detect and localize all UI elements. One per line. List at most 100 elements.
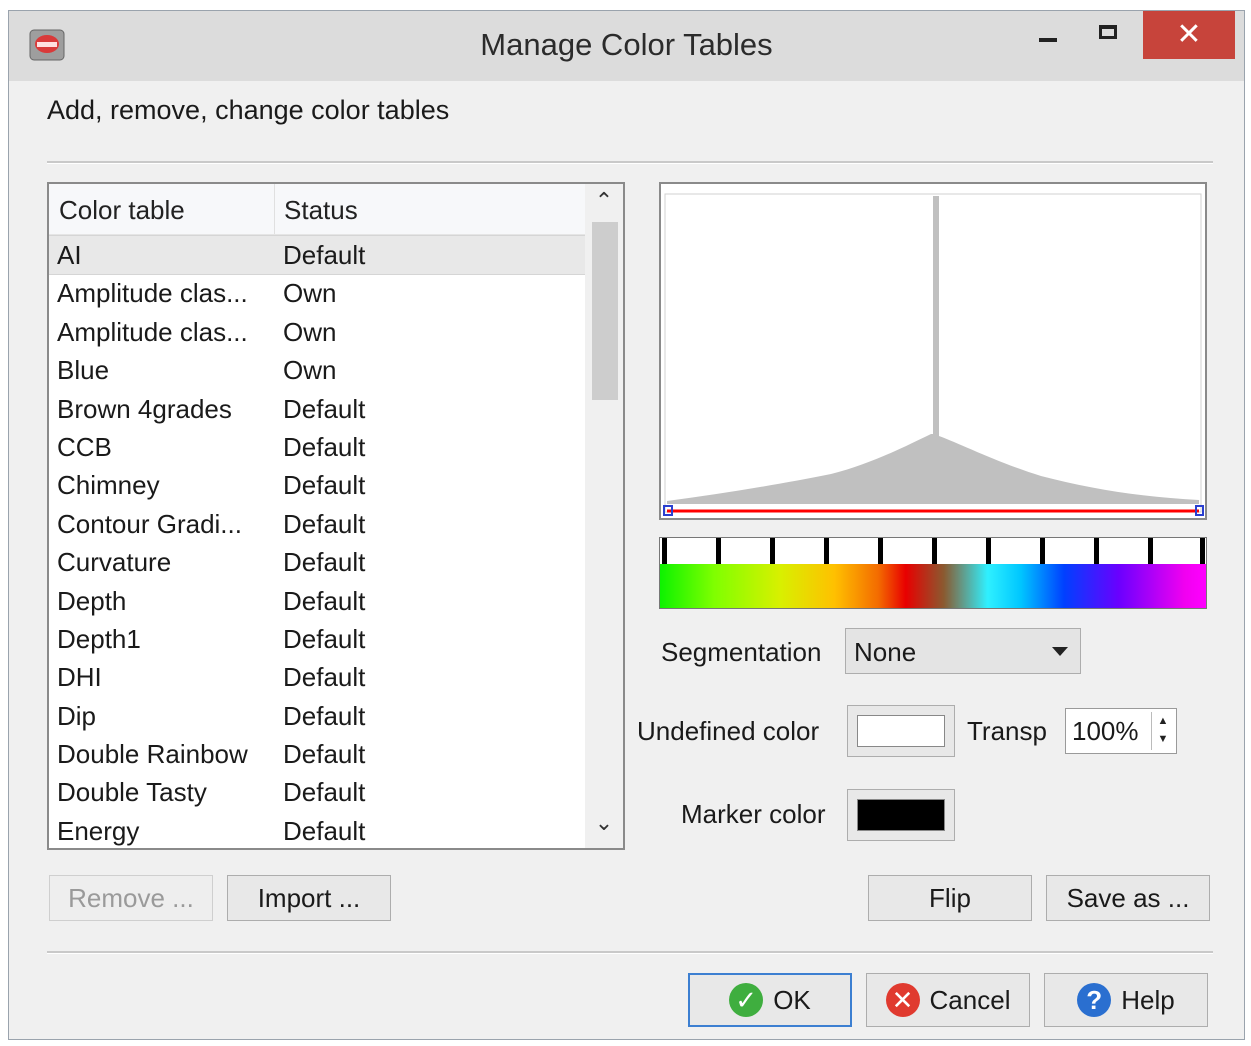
list-item[interactable]: AI Default: [49, 234, 588, 276]
list-item[interactable]: Curvature Default: [49, 543, 587, 581]
segmentation-select[interactable]: None: [845, 628, 1081, 674]
color-table-status: Default: [283, 700, 366, 731]
list-item[interactable]: CCB Default: [49, 428, 587, 466]
color-marker-tick[interactable]: [1094, 538, 1099, 564]
color-marker-tick[interactable]: [932, 538, 937, 564]
color-table-name: Chimney: [57, 470, 160, 501]
list-item[interactable]: Amplitude clas... Own: [49, 274, 587, 312]
color-bar[interactable]: [659, 537, 1207, 609]
color-table-name: Depth1: [57, 623, 141, 654]
title-bar[interactable]: Manage Color Tables ✕: [9, 11, 1244, 81]
list-item[interactable]: Dip Default: [49, 697, 587, 735]
separator-bottom: [47, 951, 1213, 954]
color-marker-tick[interactable]: [1200, 538, 1205, 564]
color-marker-tick[interactable]: [1040, 538, 1045, 564]
color-table-status: Default: [283, 623, 366, 654]
list-item[interactable]: Blue Own: [49, 351, 587, 389]
transparency-label: Transp: [967, 716, 1047, 746]
color-table-name: Amplitude clas...: [57, 278, 248, 309]
chevron-down-icon: [1052, 647, 1068, 656]
color-table-status: Default: [283, 240, 366, 270]
separator-top: [47, 161, 1213, 164]
color-table-status: Default: [283, 815, 366, 846]
spinner-arrows-icon[interactable]: ▲ ▼: [1151, 712, 1174, 750]
transparency-spinner[interactable]: 100% ▲ ▼: [1065, 708, 1177, 754]
list-item[interactable]: Energy Default: [49, 812, 587, 848]
color-table-name: Depth: [57, 585, 127, 616]
color-table-list[interactable]: Color table Status AI Default Amplitude cl…: [47, 182, 625, 850]
list-item[interactable]: Brown 4grades Default: [49, 390, 587, 428]
scroll-down-icon[interactable]: ⌄: [585, 810, 623, 848]
color-marker-tick[interactable]: [716, 538, 721, 564]
dialog-caption: Add, remove, change color tables: [47, 95, 450, 125]
color-table-name: Energy: [57, 815, 140, 846]
color-table-status: Default: [283, 739, 366, 770]
color-table-name: Curvature: [57, 547, 172, 578]
remove-button[interactable]: Remove ...: [49, 875, 213, 921]
color-marker-tick[interactable]: [770, 538, 775, 564]
color-marker-tick[interactable]: [878, 538, 883, 564]
color-table-status: Default: [283, 777, 366, 808]
color-table-name: DHI: [57, 662, 102, 693]
color-table-status: Default: [283, 393, 366, 424]
undefined-color-swatch: [857, 715, 945, 747]
marker-color-label: Marker color: [681, 799, 826, 829]
histogram-panel[interactable]: [659, 182, 1207, 520]
column-header-status[interactable]: Status: [284, 195, 358, 226]
color-table-name: Double Tasty: [57, 777, 207, 808]
close-icon: ✕: [1176, 18, 1202, 51]
color-table-status: Default: [283, 431, 366, 462]
help-icon: ?: [1077, 983, 1112, 1017]
color-table-status: Own: [283, 355, 337, 386]
maximize-button[interactable]: [1081, 11, 1143, 59]
save-as-button[interactable]: Save as ...: [1046, 875, 1210, 921]
undefined-color-button[interactable]: [847, 705, 955, 757]
color-table-name: Dip: [57, 700, 97, 731]
cancel-label: Cancel: [929, 984, 1011, 1015]
list-item[interactable]: Chimney Default: [49, 466, 587, 504]
ok-button[interactable]: ✓ OK: [688, 973, 852, 1027]
flip-button[interactable]: Flip: [868, 875, 1032, 921]
list-item[interactable]: Contour Gradi... Default: [49, 505, 587, 543]
list-item[interactable]: DHI Default: [49, 658, 587, 696]
list-item[interactable]: Double Rainbow Default: [49, 735, 587, 773]
color-marker-tick[interactable]: [986, 538, 991, 564]
color-table-name: CCB: [57, 431, 112, 462]
list-item[interactable]: Double Tasty Default: [49, 773, 587, 811]
color-marker-ticks[interactable]: [660, 538, 1206, 564]
import-button[interactable]: Import ...: [227, 875, 391, 921]
cancel-icon: ✕: [885, 983, 920, 1017]
manage-color-tables-dialog: Manage Color Tables ✕ Add, remove, chang…: [8, 10, 1245, 1040]
histogram-chart: [663, 193, 1204, 516]
color-table-status: Default: [283, 470, 366, 501]
color-table-status: Default: [283, 547, 366, 578]
color-table-status: Own: [283, 278, 337, 309]
color-table-name: Amplitude clas...: [57, 316, 248, 347]
column-header-color-table[interactable]: Color table: [59, 195, 185, 226]
help-button[interactable]: ? Help: [1044, 973, 1208, 1027]
close-button[interactable]: ✕: [1143, 11, 1235, 59]
transparency-value[interactable]: 100%: [1072, 716, 1139, 747]
scrollbar-thumb[interactable]: [592, 222, 618, 400]
list-item[interactable]: Depth Default: [49, 582, 587, 620]
list-header: Color table Status: [49, 184, 587, 235]
list-item[interactable]: Depth1 Default: [49, 620, 587, 658]
color-marker-tick[interactable]: [662, 538, 667, 564]
cancel-button[interactable]: ✕ Cancel: [866, 973, 1030, 1027]
check-icon: ✓: [729, 983, 764, 1017]
minimize-button[interactable]: [1011, 11, 1081, 59]
scroll-up-icon[interactable]: ⌃: [585, 188, 623, 226]
list-item[interactable]: Amplitude clas... Own: [49, 313, 587, 351]
marker-color-button[interactable]: [847, 789, 955, 841]
maximize-icon: [1099, 25, 1117, 39]
color-marker-tick[interactable]: [1148, 538, 1153, 564]
color-marker-tick[interactable]: [824, 538, 829, 564]
help-label: Help: [1121, 984, 1175, 1015]
color-table-name: AI: [57, 240, 82, 270]
color-table-status: Default: [283, 508, 366, 539]
color-gradient[interactable]: [660, 564, 1206, 608]
column-divider[interactable]: [274, 184, 275, 234]
list-scrollbar[interactable]: ⌃ ⌄: [585, 184, 623, 848]
list-rows: AI Default Amplitude clas... Own Amplitude c…: [49, 234, 588, 848]
segmentation-label: Segmentation: [661, 637, 822, 667]
